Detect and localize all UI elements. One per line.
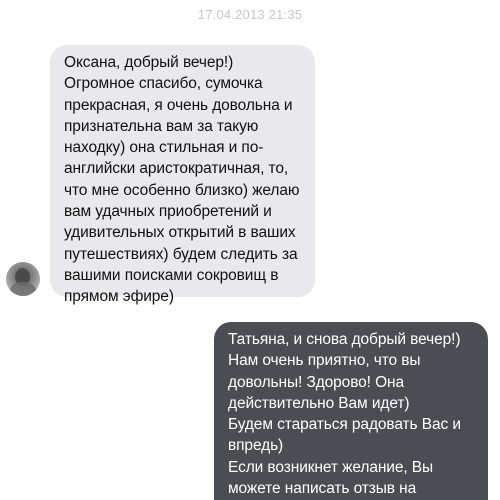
- avatar-image-blurred-body: [10, 282, 36, 296]
- sender-avatar[interactable]: [6, 262, 40, 296]
- message-timestamp: 17.04.2013 21:35: [197, 7, 303, 22]
- chat-transcript: 17.04.2013 21:35 Оксана, добрый вечер!) …: [0, 0, 500, 500]
- outgoing-message-bubble[interactable]: Татьяна, и снова добрый вечер!) Нам очен…: [214, 322, 488, 500]
- incoming-message-bubble[interactable]: Оксана, добрый вечер!) Огромное спасибо,…: [50, 45, 315, 305]
